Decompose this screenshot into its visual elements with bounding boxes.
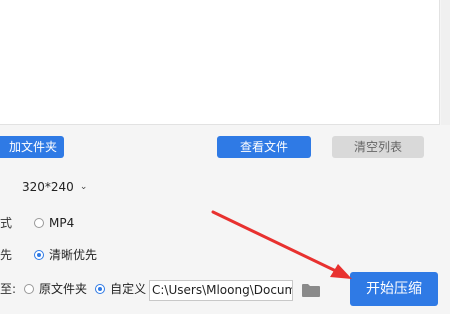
- priority-label: 先: [0, 248, 13, 262]
- resolution-select[interactable]: 320*240 ⌄: [22, 180, 87, 194]
- output-path-input[interactable]: C:\Users\Mloong\Docume: [149, 280, 293, 301]
- format-mp4-radio[interactable]: [34, 217, 45, 228]
- clarity-priority-radio[interactable]: [34, 249, 45, 260]
- chevron-down-icon: ⌄: [79, 182, 88, 192]
- folder-icon[interactable]: [302, 283, 320, 297]
- original-folder-radio[interactable]: [24, 283, 35, 294]
- custom-folder-radio[interactable]: [95, 283, 106, 294]
- priority-row: 先 清晰优先: [0, 246, 97, 263]
- file-list-area[interactable]: [0, 0, 440, 125]
- clarity-priority-label[interactable]: 清晰优先: [49, 246, 97, 263]
- view-files-button[interactable]: 查看文件: [217, 136, 311, 158]
- output-label: 至:: [0, 282, 17, 296]
- add-folder-button[interactable]: 加文件夹: [0, 136, 64, 158]
- format-mp4-label[interactable]: MP4: [49, 216, 74, 230]
- resolution-value: 320*240: [22, 180, 74, 194]
- format-label: 式: [0, 216, 13, 230]
- original-folder-label[interactable]: 原文件夹: [39, 280, 87, 297]
- output-row: 至: 原文件夹 自定义: [0, 280, 146, 297]
- format-row: 式 MP4: [0, 214, 74, 231]
- custom-folder-label[interactable]: 自定义: [110, 280, 146, 297]
- file-list-scrollbar[interactable]: [441, 0, 450, 125]
- start-compress-button[interactable]: 开始压缩: [350, 272, 438, 306]
- clear-list-button[interactable]: 清空列表: [332, 136, 424, 158]
